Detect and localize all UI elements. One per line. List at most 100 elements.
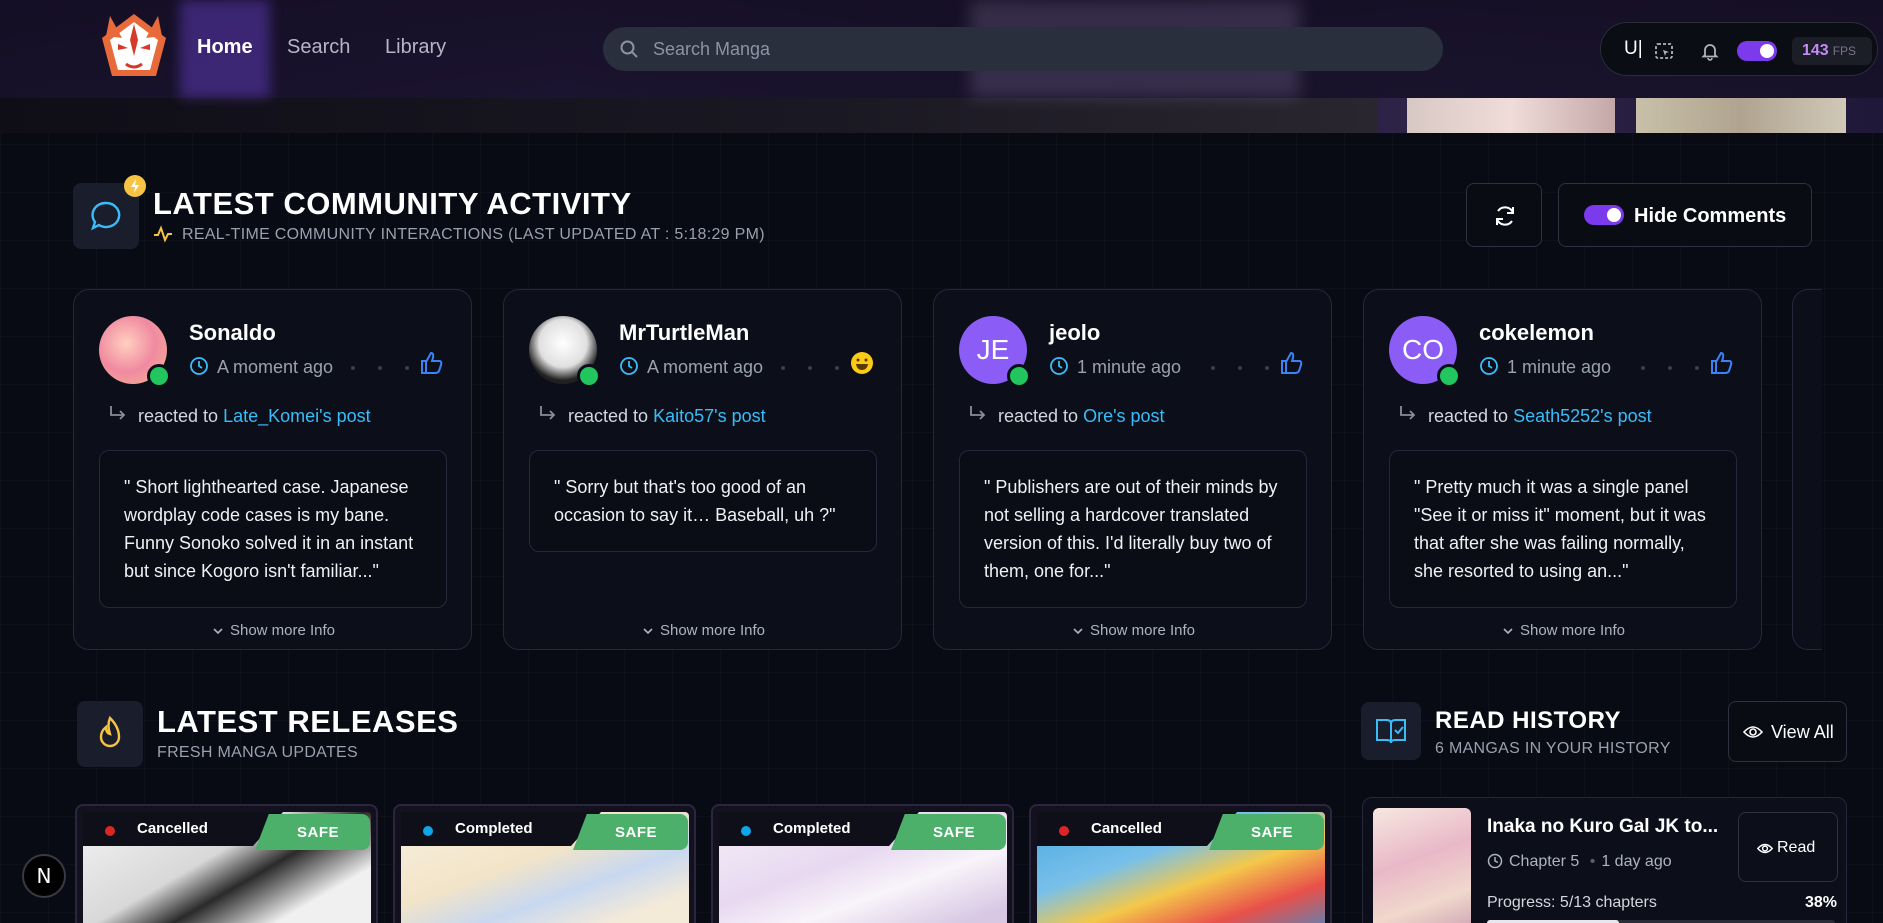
- show-more-button[interactable]: Show more Info: [1364, 622, 1763, 639]
- search-bar[interactable]: [603, 27, 1443, 71]
- show-more-label: Show more Info: [1089, 622, 1196, 639]
- timestamp: A moment ago: [217, 357, 334, 377]
- reply-arrow-icon: [110, 406, 126, 420]
- user-initial-button[interactable]: U|: [1624, 38, 1643, 60]
- releases-section-badge: [77, 701, 143, 767]
- reacted-label: reacted to: [568, 406, 649, 426]
- thumbs-up-icon: [1281, 351, 1303, 374]
- username[interactable]: MrTurtleMan: [619, 320, 749, 346]
- refresh-button[interactable]: [1466, 183, 1542, 247]
- show-more-button[interactable]: Show more Info: [934, 622, 1333, 639]
- clock-icon: [1050, 357, 1068, 375]
- progress-percent: 38%: [1805, 894, 1838, 911]
- bell-icon[interactable]: [1700, 41, 1720, 61]
- history-section-badge: [1361, 702, 1421, 760]
- hero-banner-shade: [0, 98, 1378, 133]
- reacted-label: reacted to: [1428, 406, 1509, 426]
- releases-subtitle: FRESH MANGA UPDATES: [157, 744, 358, 761]
- read-button[interactable]: Read: [1738, 812, 1838, 882]
- chevron-down-icon: [1073, 628, 1083, 635]
- search-input[interactable]: [653, 27, 1413, 71]
- status-label: Completed: [773, 820, 851, 837]
- activity-card-partial[interactable]: [1792, 289, 1822, 650]
- divider-dots: [781, 366, 846, 370]
- chevron-down-icon: [213, 628, 223, 635]
- status-dot: [741, 826, 751, 836]
- search-icon: [620, 40, 638, 58]
- book-check-icon: [1376, 719, 1406, 744]
- username[interactable]: jeolo: [1049, 320, 1100, 346]
- history-item[interactable]: Inaka no Kuro Gal JK to... Chapter 5 • 1 …: [1362, 797, 1847, 923]
- history-title: READ HISTORY: [1435, 707, 1622, 734]
- rating-badge: SAFE: [1209, 814, 1324, 850]
- nav-home[interactable]: Home: [197, 36, 253, 59]
- post-link[interactable]: Late_Komei's post: [223, 406, 371, 426]
- rating-badge: SAFE: [891, 814, 1006, 850]
- post-link[interactable]: Kaito57's post: [653, 406, 766, 426]
- nav-search[interactable]: Search: [287, 36, 350, 59]
- divider-dots: [351, 366, 416, 370]
- nextjs-badge[interactable]: N: [22, 854, 66, 898]
- status-label: Completed: [455, 820, 533, 837]
- comment-quote: " Publishers are out of their minds by n…: [959, 450, 1307, 608]
- releases-title: LATEST RELEASES: [157, 704, 459, 739]
- comment-quote: " Pretty much it was a single panel "See…: [1389, 450, 1737, 608]
- username[interactable]: cokelemon: [1479, 320, 1594, 346]
- timestamp: A moment ago: [647, 357, 764, 377]
- timestamp: 1 minute ago: [1507, 357, 1612, 377]
- fps-unit: FPS: [1832, 44, 1857, 58]
- reply-arrow-icon: [540, 406, 556, 420]
- status-dot: [423, 826, 433, 836]
- post-link[interactable]: Seath5252's post: [1513, 406, 1652, 426]
- reply-arrow-icon: [970, 406, 986, 420]
- fox-mask-logo-icon[interactable]: [96, 10, 172, 86]
- hide-comments-label: Hide Comments: [1634, 205, 1787, 227]
- status-label: Cancelled: [137, 820, 208, 837]
- post-link[interactable]: Ore's post: [1083, 406, 1164, 426]
- thumbs-up-icon: [421, 351, 443, 374]
- chat-bubble-icon: [90, 201, 121, 231]
- nav-library[interactable]: Library: [385, 36, 446, 59]
- screen-select-icon[interactable]: [1654, 41, 1674, 61]
- history-subtitle: 6 MANGAS IN YOUR HISTORY: [1435, 740, 1671, 757]
- divider-dots: [1641, 366, 1706, 370]
- chapter-ago: 1 day ago: [1601, 853, 1672, 870]
- timestamp: 1 minute ago: [1077, 357, 1182, 377]
- reaction-line: reacted to Kaito57's post: [568, 406, 766, 427]
- release-card[interactable]: Completed SAFE: [393, 804, 696, 923]
- activity-card[interactable]: CO cokelemon 1 minute ago reacted to Sea…: [1363, 289, 1762, 650]
- release-card[interactable]: Cancelled SAFE: [1029, 804, 1332, 923]
- clock-icon: [1480, 357, 1498, 375]
- online-indicator: [147, 364, 171, 388]
- online-indicator: [1437, 364, 1461, 388]
- release-card[interactable]: Completed SAFE: [711, 804, 1014, 923]
- show-more-button[interactable]: Show more Info: [74, 622, 473, 639]
- rating-badge: SAFE: [573, 814, 688, 850]
- history-cover-image[interactable]: [1373, 808, 1471, 923]
- flame-icon: [99, 715, 121, 748]
- view-all-button[interactable]: View All: [1728, 701, 1847, 762]
- release-card[interactable]: Cancelled SAFE: [75, 804, 378, 923]
- chevron-down-icon: [1503, 628, 1513, 635]
- eye-icon: [1743, 726, 1763, 738]
- history-manga-title[interactable]: Inaka no Kuro Gal JK to...: [1487, 816, 1718, 838]
- activity-card[interactable]: Sonaldo A moment ago reacted to Late_Kom…: [73, 289, 472, 650]
- reaction-line: reacted to Late_Komei's post: [138, 406, 371, 427]
- show-more-button[interactable]: Show more Info: [504, 622, 903, 639]
- theme-toggle[interactable]: [1737, 41, 1777, 61]
- online-indicator: [1007, 364, 1031, 388]
- community-subtitle: REAL-TIME COMMUNITY INTERACTIONS (LAST U…: [182, 226, 765, 243]
- reacted-label: reacted to: [998, 406, 1079, 426]
- reaction-line: reacted to Ore's post: [998, 406, 1165, 427]
- hero-cover-image[interactable]: [1407, 98, 1615, 133]
- activity-pulse-icon: [154, 225, 172, 243]
- rating-badge: SAFE: [255, 814, 370, 850]
- username[interactable]: Sonaldo: [189, 320, 276, 346]
- view-all-label: View All: [1771, 722, 1834, 742]
- activity-card[interactable]: JE jeolo 1 minute ago reacted to Ore's p…: [933, 289, 1332, 650]
- activity-card[interactable]: MrTurtleMan A moment ago reacted to Kait…: [503, 289, 902, 650]
- hide-comments-toggle[interactable]: [1584, 205, 1624, 225]
- hero-cover-image[interactable]: [1636, 98, 1846, 133]
- show-more-label: Show more Info: [659, 622, 766, 639]
- history-chapter-line: Chapter 5 • 1 day ago: [1487, 853, 1672, 871]
